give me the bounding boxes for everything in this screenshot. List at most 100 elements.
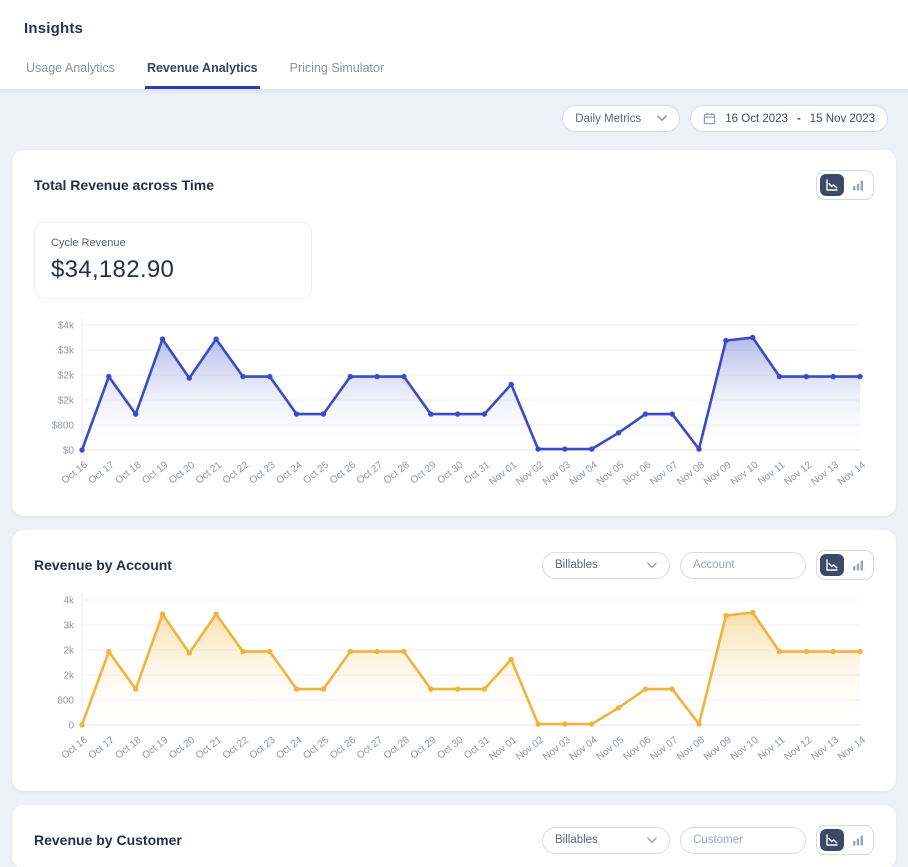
page-title: Insights (24, 20, 884, 37)
line-chart-toggle-button[interactable] (820, 829, 844, 851)
y-axis-labels: 08002k2k3k4k (57, 596, 75, 732)
calendar-icon (703, 112, 716, 125)
cycle-revenue-stat: Cycle Revenue $34,182.90 (34, 222, 312, 299)
date-range-end: 15 Nov 2023 (810, 113, 875, 125)
content-area: Daily Metrics 16 Oct 2023 - 15 Nov 2023 … (0, 89, 908, 867)
metrics-dropdown[interactable]: Daily Metrics (562, 105, 680, 132)
bar-chart-icon (851, 833, 865, 847)
svg-text:Oct 23: Oct 23 (248, 734, 278, 761)
svg-text:Nov 08: Nov 08 (675, 734, 707, 762)
svg-text:$2k: $2k (58, 396, 75, 407)
customer-chart-controls: Billables (542, 825, 874, 855)
bar-chart-toggle-button[interactable] (846, 829, 870, 851)
svg-text:Oct 18: Oct 18 (114, 734, 144, 761)
total-revenue-area-chart[interactable]: $0$800$2k$2k$3k$4kOct 16Oct 17Oct 18Oct … (34, 311, 874, 502)
svg-text:Oct 20: Oct 20 (167, 459, 197, 486)
svg-text:Nov 06: Nov 06 (621, 459, 653, 487)
svg-text:$2k: $2k (58, 371, 75, 382)
svg-text:Nov 13: Nov 13 (809, 734, 841, 762)
tab-usage-analytics[interactable]: Usage Analytics (24, 61, 117, 89)
svg-text:Oct 29: Oct 29 (409, 734, 439, 761)
tab-pricing-simulator[interactable]: Pricing Simulator (288, 61, 386, 89)
toolbar: Daily Metrics 16 Oct 2023 - 15 Nov 2023 (12, 105, 888, 132)
card-revenue-by-customer: Revenue by Customer Billables (12, 805, 896, 867)
chevron-down-icon (647, 562, 657, 569)
svg-text:Nov 14: Nov 14 (836, 734, 868, 762)
svg-text:Nov 02: Nov 02 (514, 734, 546, 762)
line-chart-icon (825, 178, 839, 192)
account-chart-controls: Billables (542, 550, 874, 580)
svg-text:Nov 10: Nov 10 (729, 459, 761, 487)
svg-text:Nov 05: Nov 05 (595, 459, 627, 487)
svg-text:Oct 25: Oct 25 (301, 459, 331, 486)
svg-text:0: 0 (68, 721, 74, 732)
bar-chart-icon (851, 558, 865, 572)
tab-bar: Usage Analytics Revenue Analytics Pricin… (24, 61, 884, 89)
stat-label: Cycle Revenue (51, 237, 295, 249)
svg-text:Oct 28: Oct 28 (382, 459, 412, 486)
account-filter-field (680, 552, 806, 579)
stat-value: $34,182.90 (51, 256, 295, 284)
svg-text:3k: 3k (63, 621, 75, 632)
date-range-picker[interactable]: 16 Oct 2023 - 15 Nov 2023 (690, 105, 888, 132)
svg-text:Nov 01: Nov 01 (487, 459, 519, 487)
bar-chart-toggle-button[interactable] (846, 174, 870, 196)
svg-text:Oct 16: Oct 16 (60, 734, 90, 761)
customer-filter-input[interactable] (693, 834, 793, 846)
billables-dropdown-value: Billables (555, 559, 598, 571)
tab-revenue-analytics[interactable]: Revenue Analytics (145, 61, 260, 89)
svg-text:Oct 30: Oct 30 (435, 459, 465, 486)
card-title-revenue-by-customer: Revenue by Customer (34, 832, 182, 848)
svg-text:Oct 26: Oct 26 (328, 734, 358, 761)
svg-text:Oct 28: Oct 28 (382, 734, 412, 761)
line-chart-icon (825, 558, 839, 572)
account-filter-input[interactable] (693, 559, 793, 571)
card-title-revenue-by-account: Revenue by Account (34, 557, 172, 573)
svg-text:Oct 24: Oct 24 (274, 459, 304, 486)
billables-dropdown[interactable]: Billables (542, 552, 670, 579)
svg-text:Nov 04: Nov 04 (568, 459, 600, 487)
billables-dropdown-value: Billables (555, 834, 598, 846)
svg-text:Nov 07: Nov 07 (648, 459, 680, 487)
card-total-revenue: Total Revenue across Time (12, 150, 896, 516)
card-title-total-revenue: Total Revenue across Time (34, 177, 214, 193)
billables-dropdown[interactable]: Billables (542, 827, 670, 854)
svg-text:Oct 26: Oct 26 (328, 459, 358, 486)
svg-text:Nov 11: Nov 11 (756, 734, 788, 762)
svg-text:Oct 20: Oct 20 (167, 734, 197, 761)
chart-type-toggle (816, 550, 874, 580)
chart-canvas: 08002k2k3k4kOct 16Oct 17Oct 18Oct 19Oct … (34, 586, 874, 772)
svg-text:Nov 08: Nov 08 (675, 459, 707, 487)
revenue-by-account-area-chart[interactable]: 08002k2k3k4kOct 16Oct 17Oct 18Oct 19Oct … (34, 586, 874, 777)
card-revenue-by-account: Revenue by Account Billables (12, 530, 896, 791)
chart-type-toggle (816, 170, 874, 200)
chart-type-toggle (816, 825, 874, 855)
chart-canvas: $0$800$2k$2k$3k$4kOct 16Oct 17Oct 18Oct … (34, 311, 874, 497)
svg-text:$3k: $3k (58, 346, 75, 357)
svg-text:Oct 16: Oct 16 (60, 459, 90, 486)
svg-text:Nov 12: Nov 12 (782, 459, 814, 487)
svg-text:Oct 22: Oct 22 (221, 734, 251, 761)
line-chart-toggle-button[interactable] (820, 174, 844, 196)
svg-text:$800: $800 (52, 421, 75, 432)
svg-text:Oct 19: Oct 19 (140, 459, 170, 486)
bar-chart-icon (851, 178, 865, 192)
svg-text:Oct 19: Oct 19 (140, 734, 170, 761)
line-chart-icon (825, 833, 839, 847)
svg-text:Nov 05: Nov 05 (595, 734, 627, 762)
svg-text:Oct 27: Oct 27 (355, 459, 385, 486)
bar-chart-toggle-button[interactable] (846, 554, 870, 576)
svg-text:Nov 10: Nov 10 (729, 734, 761, 762)
svg-text:Oct 23: Oct 23 (248, 459, 278, 486)
svg-text:Nov 14: Nov 14 (836, 459, 868, 487)
customer-filter-field (680, 827, 806, 854)
line-chart-toggle-button[interactable] (820, 554, 844, 576)
svg-text:Nov 13: Nov 13 (809, 459, 841, 487)
svg-text:Nov 11: Nov 11 (756, 459, 788, 487)
svg-text:Oct 24: Oct 24 (274, 734, 304, 761)
area-fill (82, 613, 860, 726)
svg-text:Oct 17: Oct 17 (87, 459, 117, 486)
svg-text:800: 800 (57, 696, 74, 707)
svg-text:Nov 06: Nov 06 (621, 734, 653, 762)
svg-text:Nov 03: Nov 03 (541, 734, 573, 762)
